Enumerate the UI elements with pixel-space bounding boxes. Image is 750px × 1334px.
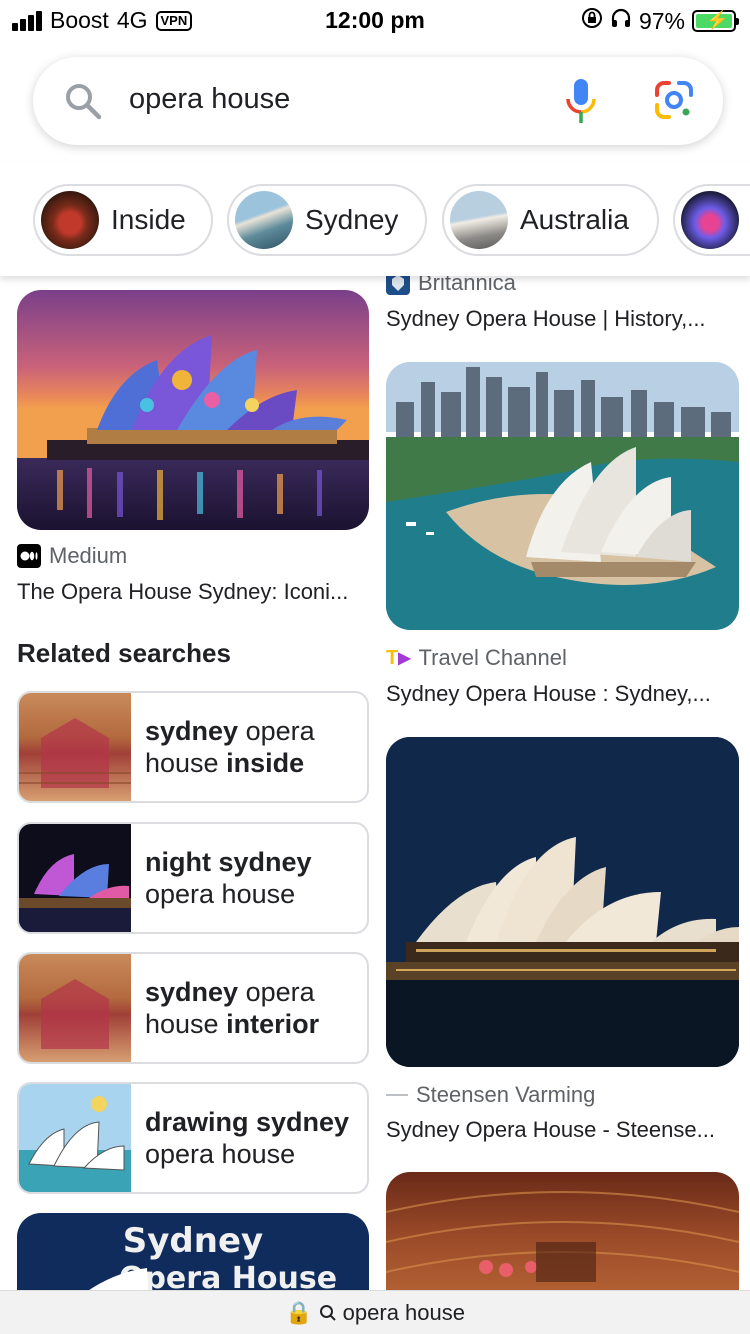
- steensen-varming-icon: [386, 1094, 408, 1096]
- search-icon: [66, 84, 102, 120]
- result-source[interactable]: Steensen Varming: [386, 1082, 595, 1108]
- battery-percent: 97%: [638, 7, 685, 34]
- result-title[interactable]: The Opera House Sydney: Iconi...: [17, 579, 367, 605]
- result-title[interactable]: Sydney Opera House - Steense...: [386, 1117, 736, 1143]
- chip-thumbnail: [235, 191, 293, 249]
- opera-house-lights-image: [17, 290, 369, 530]
- chip-thumbnail: [450, 191, 508, 249]
- result-title[interactable]: Sydney Opera House | History,...: [386, 306, 736, 332]
- opera-house-aerial-image: [386, 362, 739, 630]
- chip-label: Inside: [111, 204, 186, 235]
- travel-channel-icon: T ▶: [386, 646, 411, 669]
- headphones-icon: [610, 7, 632, 35]
- related-thumbnail: [19, 954, 131, 1062]
- source-name: Travel Channel: [418, 645, 567, 670]
- related-search-item[interactable]: sydney opera house inside: [17, 691, 369, 803]
- chip-thumbnail: [681, 191, 739, 249]
- address-text: opera house: [342, 1300, 465, 1325]
- microphone-icon[interactable]: [563, 77, 599, 125]
- result-image-travel-channel[interactable]: [386, 362, 739, 630]
- related-thumbnail: [19, 1084, 131, 1192]
- search-query[interactable]: opera house: [129, 83, 290, 116]
- source-name: Steensen Varming: [416, 1082, 596, 1107]
- related-search-text: sydney opera house inside: [145, 716, 315, 778]
- related-search-text: drawing sydney opera house: [145, 1107, 350, 1169]
- result-image-steensen[interactable]: [386, 737, 739, 1067]
- related-search-item[interactable]: drawing sydney opera house: [17, 1082, 369, 1194]
- related-search-text: sydney opera house interior: [145, 977, 320, 1039]
- medium-icon: [17, 544, 41, 568]
- related-search-text: night sydney opera house: [145, 847, 312, 909]
- chip-sydney[interactable]: Sydney: [227, 184, 427, 256]
- lock-icon: 🔒: [285, 1300, 313, 1325]
- related-search-item[interactable]: night sydney opera house: [17, 822, 369, 934]
- search-icon: [319, 1300, 343, 1325]
- related-thumbnail: [19, 824, 131, 932]
- chip-thumbnail: [41, 191, 99, 249]
- chip-next[interactable]: [673, 184, 750, 256]
- related-thumbnail: [19, 693, 131, 801]
- result-title[interactable]: Sydney Opera House : Sydney,...: [386, 681, 736, 707]
- chip-label: Sydney: [305, 204, 399, 235]
- filter-chip-bar: Inside Sydney Australia: [0, 162, 750, 276]
- result-image-medium[interactable]: [17, 290, 369, 530]
- chip-australia[interactable]: Australia: [442, 184, 659, 256]
- chip-inside[interactable]: Inside: [33, 184, 213, 256]
- browser-address-bar[interactable]: 🔒 opera house: [0, 1290, 750, 1334]
- chip-label: Australia: [520, 204, 629, 235]
- orientation-lock-icon: [581, 7, 603, 35]
- result-source[interactable]: T ▶ Travel Channel: [386, 645, 567, 671]
- opera-house-night-image: [386, 737, 739, 1067]
- battery-icon: ⚡: [692, 10, 739, 32]
- google-lens-icon[interactable]: [653, 79, 695, 121]
- related-searches-heading: Related searches: [17, 638, 231, 668]
- related-search-item[interactable]: sydney opera house interior: [17, 952, 369, 1064]
- status-bar: Boost 4G VPN 12:00 pm 97% ⚡: [0, 0, 750, 42]
- result-source[interactable]: Medium: [17, 543, 127, 569]
- search-box[interactable]: opera house: [33, 57, 723, 145]
- source-name: Medium: [49, 543, 128, 568]
